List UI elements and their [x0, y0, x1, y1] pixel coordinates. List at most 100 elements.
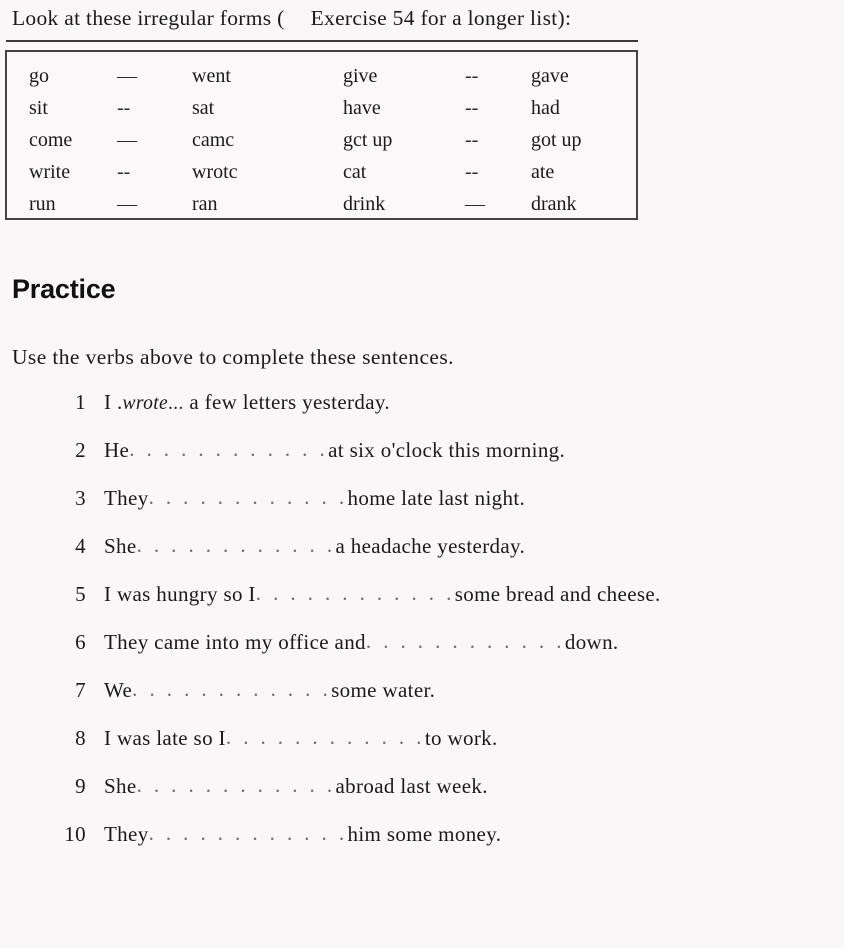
- worksheet-page: Look at these irregular forms ( Exercise …: [0, 0, 844, 948]
- sentence-prefix: They: [104, 822, 149, 846]
- verb-past: ran: [192, 193, 218, 215]
- list-item: 2 He. . . . . . . . . . . .at six o'cloc…: [0, 437, 844, 486]
- verb-dash: --: [465, 97, 479, 119]
- irregular-verbs-table: go — went give -- gave sit -- sat have -…: [7, 60, 636, 220]
- verb-dash: --: [465, 65, 479, 87]
- item-number: 9: [75, 774, 86, 798]
- item-number: 7: [75, 678, 86, 702]
- verb-dash: --: [117, 97, 131, 119]
- exercise-list: 1 I .wrote... a few letters yesterday. 2…: [0, 390, 844, 870]
- sentence-suffix: at six o'clock this morning.: [328, 438, 566, 462]
- instruction-text: Use the verbs above to complete these se…: [12, 345, 454, 369]
- verb-base: gct up: [343, 129, 393, 151]
- verb-base: cat: [343, 161, 367, 183]
- answer-blank[interactable]: . . . . . . . . . . . .: [137, 773, 336, 798]
- list-item: 3 They. . . . . . . . . . . .home late l…: [0, 485, 844, 534]
- sentence-suffix: a headache yesterday.: [335, 534, 526, 558]
- list-item: 8 I was late so I. . . . . . . . . . . .…: [0, 725, 844, 774]
- verb-dash: --: [465, 161, 479, 183]
- item-sentence: They. . . . . . . . . . . .him some mone…: [104, 821, 502, 847]
- filled-answer[interactable]: wrote: [123, 393, 168, 414]
- answer-blank[interactable]: . . . . . . . . . . . .: [366, 629, 565, 654]
- answer-blank[interactable]: . . . . . . . . . . . .: [149, 821, 348, 846]
- answer-blank[interactable]: . . . . . . . . . . . .: [129, 437, 328, 462]
- verb-past: gave: [531, 65, 569, 87]
- item-sentence: We. . . . . . . . . . . .some water.: [104, 677, 435, 703]
- page-title: Practice: [12, 274, 116, 304]
- item-sentence: I was hungry so I. . . . . . . . . . . .…: [104, 581, 661, 607]
- sentence-prefix: She: [104, 534, 137, 558]
- item-sentence: She. . . . . . . . . . . .abroad last we…: [104, 773, 488, 799]
- list-item: 9 She. . . . . . . . . . . .abroad last …: [0, 773, 844, 822]
- sentence-prefix: They came into my office and: [104, 630, 366, 654]
- verb-past: wrotc: [192, 161, 238, 183]
- verb-past: sat: [192, 97, 215, 119]
- verb-base: drink: [343, 193, 386, 215]
- table-row: go — went give -- gave: [7, 60, 636, 92]
- sentence-prefix: I was hungry so I: [104, 582, 256, 606]
- item-number: 5: [75, 582, 86, 606]
- sentence-suffix: him some money.: [347, 822, 502, 846]
- answer-blank[interactable]: . . . . . . . . . . . .: [132, 677, 331, 702]
- item-sentence: I .wrote... a few letters yesterday.: [104, 390, 390, 415]
- item-number: 4: [75, 534, 86, 558]
- table-row: come — camc gct up -- got up: [7, 124, 636, 156]
- verb-past: drank: [531, 193, 577, 215]
- item-number: 10: [64, 822, 86, 846]
- list-item: 10 They. . . . . . . . . . . .him some m…: [0, 821, 844, 870]
- sentence-prefix: We: [104, 678, 133, 702]
- verb-table-body: go — went give -- gave sit -- sat have -…: [7, 60, 636, 220]
- verb-dash: --: [117, 161, 131, 183]
- irregular-verbs-box: go — went give -- gave sit -- sat have -…: [5, 50, 638, 220]
- sentence-prefix: I .: [104, 390, 123, 414]
- verb-dash: —: [465, 193, 485, 215]
- list-item: 1 I .wrote... a few letters yesterday.: [0, 390, 844, 438]
- verb-base: write: [29, 161, 71, 183]
- table-row: sit -- sat have -- had: [7, 92, 636, 124]
- sentence-suffix: to work.: [424, 726, 498, 750]
- verb-base: run: [29, 193, 56, 215]
- item-sentence: He. . . . . . . . . . . .at six o'clock …: [104, 437, 566, 463]
- item-number: 3: [75, 486, 86, 510]
- intro-reference: Exercise 54 for a longer list):: [310, 6, 572, 30]
- item-number: 2: [75, 438, 86, 462]
- answer-blank[interactable]: . . . . . . . . . . . .: [226, 725, 425, 750]
- answer-blank[interactable]: . . . . . . . . . . . .: [137, 533, 336, 558]
- sentence-prefix: She: [104, 774, 137, 798]
- intro-line: Look at these irregular forms ( Exercise …: [12, 4, 822, 32]
- verb-base: come: [29, 129, 73, 151]
- answer-blank[interactable]: . . . . . . . . . . . .: [256, 581, 455, 606]
- list-item: 5 I was hungry so I. . . . . . . . . . .…: [0, 581, 844, 630]
- verb-past: went: [192, 65, 231, 87]
- item-sentence: They. . . . . . . . . . . .home late las…: [104, 485, 525, 511]
- answer-trailing-dots: ...: [168, 393, 184, 414]
- list-item: 7 We. . . . . . . . . . . .some water.: [0, 677, 844, 726]
- answer-blank[interactable]: . . . . . . . . . . . .: [149, 485, 348, 510]
- verb-past: camc: [192, 129, 235, 151]
- verb-base: give: [343, 65, 378, 87]
- sentence-suffix: a few letters yesterday.: [183, 390, 390, 414]
- sentence-prefix: I was late so I: [104, 726, 226, 750]
- sentence-suffix: down.: [564, 630, 619, 654]
- item-number: 8: [75, 726, 86, 750]
- horizontal-rule: [6, 40, 638, 42]
- verb-past: got up: [531, 129, 582, 151]
- intro-before-paren: Look at these irregular forms (: [12, 6, 285, 30]
- verb-base: go: [29, 65, 49, 87]
- verb-dash: —: [117, 65, 137, 87]
- verb-base: have: [343, 97, 381, 119]
- item-sentence: I was late so I. . . . . . . . . . . .to…: [104, 725, 498, 751]
- list-item: 4 She. . . . . . . . . . . .a headache y…: [0, 533, 844, 582]
- sentence-suffix: abroad last week.: [335, 774, 488, 798]
- sentence-suffix: some bread and cheese.: [454, 582, 661, 606]
- verb-past: had: [531, 97, 560, 119]
- sentence-prefix: He: [104, 438, 130, 462]
- item-sentence: She. . . . . . . . . . . .a headache yes…: [104, 533, 526, 559]
- item-sentence: They came into my office and. . . . . . …: [104, 629, 619, 655]
- table-row: run — ran drink — drank: [7, 188, 636, 220]
- verb-dash: --: [465, 129, 479, 151]
- verb-dash: —: [117, 129, 137, 151]
- table-row: write -- wrotc cat -- ate: [7, 156, 636, 188]
- item-number: 6: [75, 630, 86, 654]
- list-item: 6 They came into my office and. . . . . …: [0, 629, 844, 678]
